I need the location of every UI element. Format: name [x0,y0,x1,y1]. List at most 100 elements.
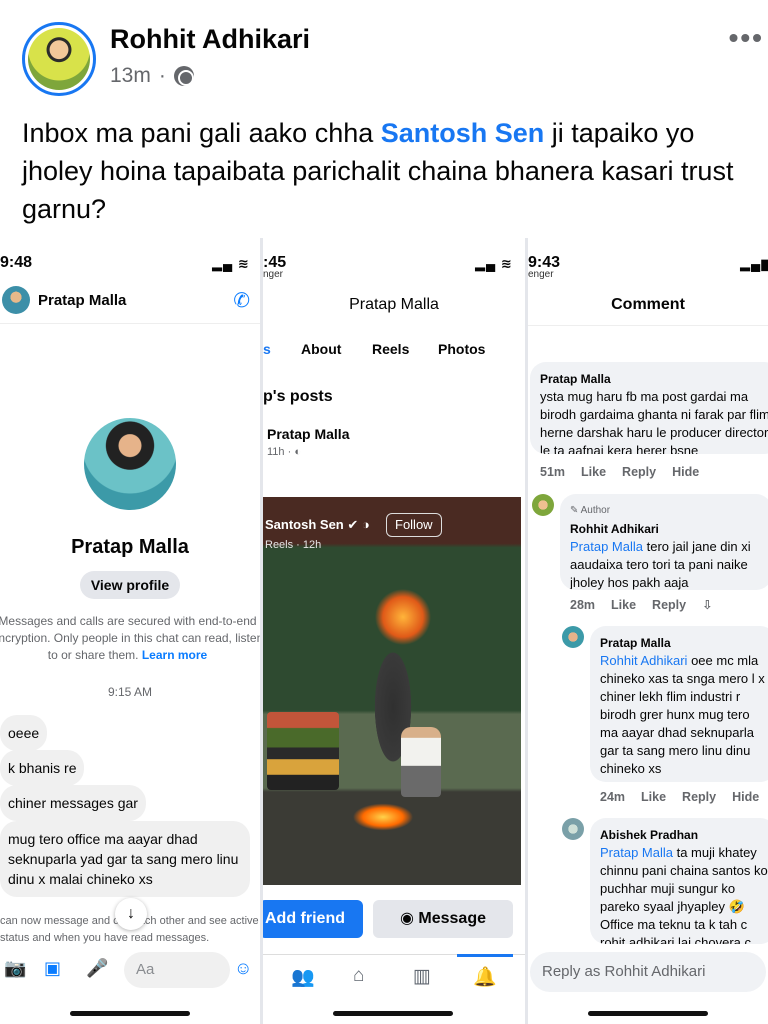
comment-mention[interactable]: Rohhit Adhikari [600,653,687,668]
reply-button[interactable]: Reply [652,598,686,612]
signal-wifi-icon: ▂▄ ≋ [475,256,513,271]
signal-wifi-icon: ▂▄ ≋ [212,256,250,271]
contact-avatar[interactable] [2,286,30,314]
tab-about[interactable]: About [301,341,341,357]
attached-screenshots[interactable]: 9:48 ▂▄ ≋ Pratap Malla ✆ Pratap Malla Vi… [0,238,768,1024]
author-badge-label: Author [580,505,611,516]
post-time[interactable]: 13m [110,64,151,88]
reel-video[interactable]: Santosh Sen ✔ ◑ Reels · 12h Follow [263,497,521,885]
comment-time: 28m [570,598,596,612]
post-header: Rohhit Adhikari 13m · ••• [0,0,768,110]
message-bubble[interactable]: mug tero office ma aayar dhad seknuparla… [0,821,250,897]
status-bar: :45 nger ▂▄ ≋ [263,238,525,284]
notifications-icon[interactable]: 🔔 [473,965,497,989]
comment-bubble[interactable]: Pratap Malla Rohhit Adhikari oee mc mla … [590,626,768,782]
hide-button[interactable]: Hide [672,465,699,479]
home-indicator [333,1011,453,1016]
public-globe-icon [173,66,194,86]
post-mention[interactable]: Santosh Sen [381,118,545,148]
reply-input[interactable]: Reply as Rohhit Adhikari [530,952,766,992]
reply-button[interactable]: Reply [622,465,656,479]
like-button[interactable]: Like [611,598,636,612]
friends-icon[interactable]: 👥 [291,965,315,989]
comment-bubble[interactable]: Abishek Pradhan Pratap Malla ta muji kha… [590,818,768,944]
marketplace-icon[interactable]: ⌂ [353,965,364,987]
reply-button[interactable]: Reply [682,790,716,804]
gallery-icon[interactable]: ▣ [44,958,61,979]
profile-tabs: s About Reels Photos [263,326,525,376]
author-badge: ✎ Author [570,505,611,516]
home-indicator [70,1011,190,1016]
signal-icon: ▂▄▆ [740,256,768,271]
posts-heading: p's posts [263,388,333,405]
active-tab-indicator [457,954,513,957]
profile-name: Pratap Malla [71,536,189,558]
comment-text: Rohhit Adhikari oee mc mla chineko xas t… [600,652,768,778]
post-text-part: Inbox ma pani gali aako chha [22,118,381,148]
post-meta: 13m · [110,64,194,88]
commenter-avatar[interactable] [562,818,584,840]
commenter-avatar[interactable] [532,494,554,516]
comment-time: 24m [600,790,626,804]
message-bubble[interactable]: oeee [0,715,48,751]
comment-bubble[interactable]: ✎ Author Rohhit Adhikari Pratap Malla te… [560,494,768,590]
commenter-name[interactable]: Pratap Malla [600,634,766,652]
camera-icon[interactable]: 📷 [4,958,26,979]
commenter-avatar[interactable] [562,626,584,648]
message-label: Message [418,910,486,927]
add-friend-button[interactable]: Add friend [263,900,363,938]
reel-author-name: Santosh Sen [265,517,344,532]
tab-posts[interactable]: s [263,341,271,357]
tab-photos[interactable]: Photos [438,341,485,357]
comment-time: 51m [540,465,566,479]
meta-separator: · [158,64,166,87]
phone-icon[interactable]: ✆ [233,288,250,313]
post-meta: 11h · ◐ [267,446,301,458]
like-button[interactable]: Like [581,465,606,479]
mic-icon[interactable]: 🎤 [86,958,108,979]
contact-name[interactable]: Pratap Malla [38,292,126,309]
message-bubble[interactable]: k bhanis re [0,750,85,786]
chat-header: Pratap Malla ✆ [0,284,260,324]
comments-screenshot: 9:43 enger ▂▄▆ Comment Pratap Malla ysta… [528,238,768,1024]
globe-icon: ◐ [294,446,301,458]
comment-title: Comment [528,284,768,326]
person-image [401,727,441,797]
post-author[interactable]: Pratap Malla [267,426,349,442]
author-avatar[interactable] [22,22,96,96]
home-indicator [588,1011,708,1016]
reaction-icon[interactable]: ⇩ [702,598,712,612]
emoji-icon[interactable]: ☺ [234,958,252,979]
comment-mention[interactable]: Pratap Malla [600,845,673,860]
like-button[interactable]: Like [641,790,666,804]
message-input[interactable]: Aa [124,952,230,988]
hide-button[interactable]: Hide [732,790,759,804]
comment-text: Pratap Malla ta muji khatey chinnu pani … [600,844,768,944]
status-app: nger [263,269,284,280]
comment-mention[interactable]: Pratap Malla [570,539,643,554]
learn-more-link[interactable]: Learn more [142,648,207,662]
follow-button[interactable]: Follow [386,513,442,537]
profile-title: Pratap Malla [349,296,439,313]
comment-bubble[interactable]: Pratap Malla ysta mug haru fb ma post ga… [530,362,768,454]
messenger-icon: ◉ [400,910,419,927]
commenter-name[interactable]: Rohhit Adhikari [570,520,762,538]
encryption-note: Messages and calls are secured with end-… [0,613,260,664]
message-bubble[interactable]: chiner messages gar [0,785,146,821]
commenter-name[interactable]: Pratap Malla [540,370,768,388]
encryption-text: Messages and calls are secured with end-… [0,614,260,662]
tab-reels[interactable]: Reels [372,341,409,357]
reel-author[interactable]: Santosh Sen ✔ ◑ [265,517,370,533]
dashboard-icon[interactable]: ▥ [413,965,431,988]
view-profile-button[interactable]: View profile [80,571,180,599]
comment-text-part: oee mc mla chineko xas ta snga mero l x … [600,653,765,776]
compose-bar: 📷 ▣ 🎤 Aa ☺ [0,950,260,990]
reel-meta: Reels · 12h [265,539,322,551]
more-options-icon[interactable]: ••• [729,22,764,54]
message-button[interactable]: ◉ Message [373,900,513,938]
scroll-down-icon[interactable]: ↓ [115,898,147,930]
commenter-name[interactable]: Abishek Pradhan [600,826,766,844]
facebook-profile-screenshot: :45 nger ▂▄ ≋ Pratap Malla s About Reels… [263,238,525,1024]
post-text: Inbox ma pani gali aako chha Santosh Sen… [22,114,762,228]
author-name[interactable]: Rohhit Adhikari [110,24,310,55]
